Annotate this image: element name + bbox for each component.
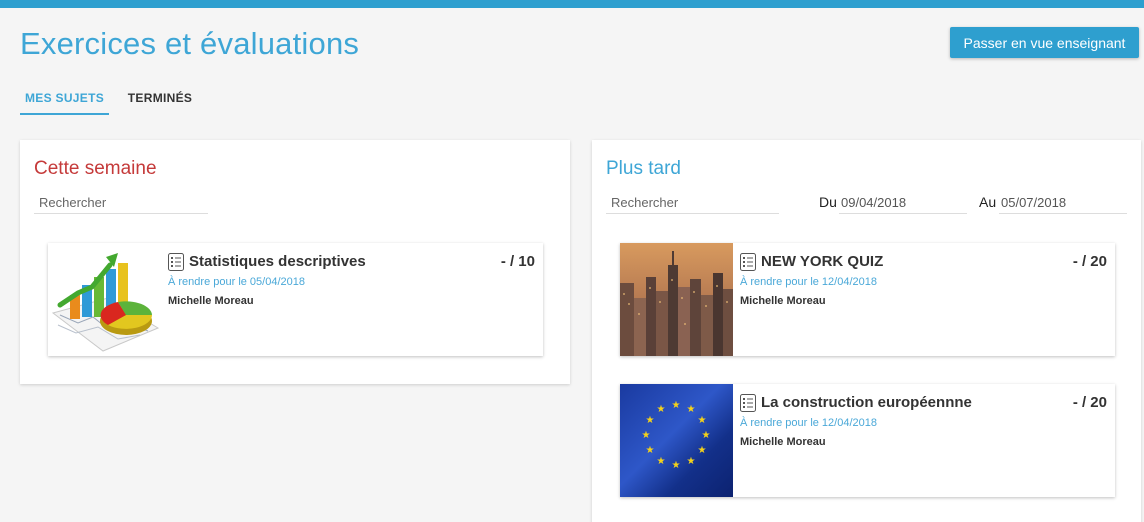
page-title: Exercices et évaluations <box>20 26 360 61</box>
later-panel: Plus tard Du Au <box>592 140 1141 522</box>
svg-text:★: ★ <box>672 400 681 411</box>
new-york-skyline-image <box>620 243 733 356</box>
this-week-search-input[interactable] <box>34 192 208 214</box>
assignment-score: - / 20 <box>1072 394 1107 411</box>
assignment-author: Michelle Moreau <box>168 295 254 307</box>
tab-termines[interactable]: TERMINÉS <box>120 84 200 114</box>
assignment-card[interactable]: ★ ★ ★ ★ ★ ★ ★ ★ ★ ★ ★ ★ La construction … <box>620 384 1115 497</box>
svg-text:★: ★ <box>698 445 707 456</box>
tab-mes-sujets[interactable]: MES SUJETS <box>20 84 109 115</box>
this-week-panel: Cette semaine Rechercher Statistiques de… <box>20 140 570 384</box>
svg-text:★: ★ <box>646 445 655 456</box>
assignment-card[interactable]: Statistiques descriptives - / 10 À rendr… <box>48 243 543 356</box>
svg-text:★: ★ <box>687 404 696 415</box>
svg-text:★: ★ <box>672 460 681 471</box>
statistics-chart-image <box>48 243 161 356</box>
svg-text:★: ★ <box>642 430 651 441</box>
checklist-icon <box>740 394 756 412</box>
teacher-view-button[interactable]: Passer en vue enseignant <box>950 27 1139 58</box>
svg-text:★: ★ <box>646 415 655 426</box>
assignment-author: Michelle Moreau <box>740 295 826 307</box>
top-bar <box>0 0 1144 8</box>
later-search-input[interactable] <box>606 192 779 214</box>
later-title: Plus tard <box>606 158 681 179</box>
assignment-score: - / 10 <box>500 253 535 270</box>
assignment-card[interactable]: NEW YORK QUIZ - / 20 À rendre pour le 12… <box>620 243 1115 356</box>
checklist-icon <box>740 253 756 271</box>
assignment-score: - / 20 <box>1072 253 1107 270</box>
assignment-due-date: À rendre pour le 12/04/2018 <box>740 417 877 429</box>
svg-text:★: ★ <box>687 456 696 467</box>
assignment-title: Statistiques descriptives <box>189 253 366 270</box>
svg-text:★: ★ <box>702 430 711 441</box>
to-date-label: Au <box>979 194 997 210</box>
this-week-title: Cette semaine <box>34 158 157 179</box>
svg-text:★: ★ <box>657 456 666 467</box>
eu-flag-image: ★ ★ ★ ★ ★ ★ ★ ★ ★ ★ ★ ★ <box>620 384 733 497</box>
assignment-due-date: À rendre pour le 05/04/2018 <box>168 276 305 288</box>
checklist-icon <box>168 253 184 271</box>
assignment-title: La construction européennne <box>761 394 972 411</box>
from-date-input[interactable] <box>839 192 967 214</box>
svg-text:★: ★ <box>698 415 707 426</box>
svg-text:★: ★ <box>657 404 666 415</box>
assignment-author: Michelle Moreau <box>740 436 826 448</box>
assignment-due-date: À rendre pour le 12/04/2018 <box>740 276 877 288</box>
to-date-input[interactable] <box>999 192 1127 214</box>
from-date-label: Du <box>819 194 837 210</box>
assignment-title: NEW YORK QUIZ <box>761 253 884 270</box>
